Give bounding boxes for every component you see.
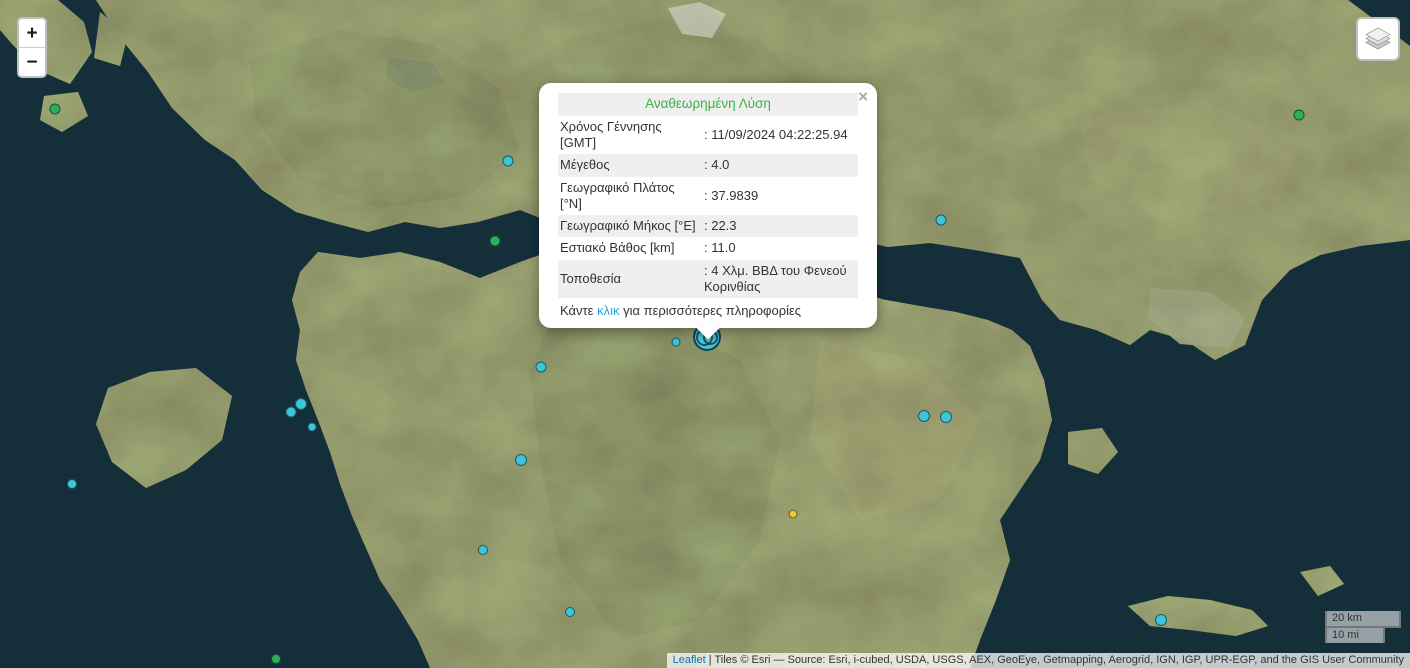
row-value: : 4.0: [702, 154, 858, 176]
earthquake-popup: × Αναθεωρημένη Λύση Χρόνος Γέννησης [GMT…: [539, 83, 877, 328]
earthquake-marker-cyan[interactable]: [308, 423, 317, 432]
earthquake-marker-green[interactable]: [490, 236, 501, 247]
earthquake-marker-cyan[interactable]: [936, 215, 947, 226]
earthquake-marker-yellow[interactable]: [789, 510, 798, 519]
layers-icon: [1364, 25, 1392, 53]
table-row-magnitude: Μέγεθος : 4.0: [558, 154, 858, 176]
row-value: : 22.3: [702, 215, 858, 237]
row-label: Γεωγραφικό Πλάτος [°N]: [558, 177, 702, 216]
earthquake-marker-green[interactable]: [50, 104, 61, 115]
zoom-control: + −: [17, 17, 47, 78]
row-label: Γεωγραφικό Μήκος [°E]: [558, 215, 702, 237]
popup-close-button[interactable]: ×: [858, 88, 868, 105]
row-value: : 11.0: [702, 237, 858, 259]
footer-suffix: για περισσότερες πληροφορίες: [619, 303, 801, 318]
earthquake-marker-cyan[interactable]: [286, 407, 297, 418]
table-row-latitude: Γεωγραφικό Πλάτος [°N] : 37.9839: [558, 177, 858, 216]
leaflet-link[interactable]: Leaflet: [673, 654, 706, 666]
table-row-longitude: Γεωγραφικό Μήκος [°E] : 22.3: [558, 215, 858, 237]
row-value: : 37.9839: [702, 177, 858, 216]
more-info-link[interactable]: κλικ: [597, 303, 619, 318]
earthquake-marker-cyan[interactable]: [515, 454, 527, 466]
earthquake-marker-cyan[interactable]: [295, 398, 307, 410]
earthquake-marker-cyan[interactable]: [565, 607, 575, 617]
row-value: : 11/09/2024 04:22:25.94: [702, 116, 858, 155]
table-row-origin-time: Χρόνος Γέννησης [GMT] : 11/09/2024 04:22…: [558, 116, 858, 155]
row-label: Μέγεθος: [558, 154, 702, 176]
table-row-depth: Εστιακό Βάθος [km] : 11.0: [558, 237, 858, 259]
earthquake-marker-green[interactable]: [271, 654, 281, 664]
earthquake-marker-cyan[interactable]: [918, 410, 930, 422]
table-row-location: Τοποθεσία : 4 Χλμ. ΒΒΔ του Φενεού Κορινθ…: [558, 260, 858, 299]
attribution-bar: Leaflet | Tiles © Esri — Source: Esri, i…: [667, 653, 1410, 668]
earthquake-marker-cyan[interactable]: [536, 362, 547, 373]
attribution-text: Tiles © Esri — Source: Esri, i-cubed, US…: [714, 654, 1404, 666]
row-label: Τοποθεσία: [558, 260, 702, 299]
row-label: Χρόνος Γέννησης [GMT]: [558, 116, 702, 155]
earthquake-marker-cyan[interactable]: [1155, 614, 1167, 626]
scale-mi: 10 mi: [1325, 626, 1385, 643]
zoom-out-button[interactable]: −: [19, 48, 45, 76]
scale-control: 20 km 10 mi: [1325, 611, 1401, 643]
row-label: Εστιακό Βάθος [km]: [558, 237, 702, 259]
footer-prefix: Κάντε: [560, 303, 597, 318]
earthquake-marker-cyan[interactable]: [67, 479, 77, 489]
earthquake-marker-green[interactable]: [1294, 110, 1305, 121]
row-value: : 4 Χλμ. ΒΒΔ του Φενεού Κορινθίας: [702, 260, 858, 299]
earthquake-marker-cyan[interactable]: [940, 411, 952, 423]
earthquake-marker-cyan[interactable]: [672, 338, 681, 347]
earthquake-marker-cyan[interactable]: [478, 545, 488, 555]
popup-title: Αναθεωρημένη Λύση: [558, 93, 858, 116]
leaflet-map[interactable]: + − × Αναθεωρημένη Λύση Χρόνος Γέννησης …: [0, 0, 1410, 668]
zoom-in-button[interactable]: +: [19, 19, 45, 48]
earthquake-marker-cyan[interactable]: [503, 156, 514, 167]
earthquake-info-table: Αναθεωρημένη Λύση Χρόνος Γέννησης [GMT] …: [558, 93, 858, 298]
layers-control-button[interactable]: [1356, 17, 1400, 61]
